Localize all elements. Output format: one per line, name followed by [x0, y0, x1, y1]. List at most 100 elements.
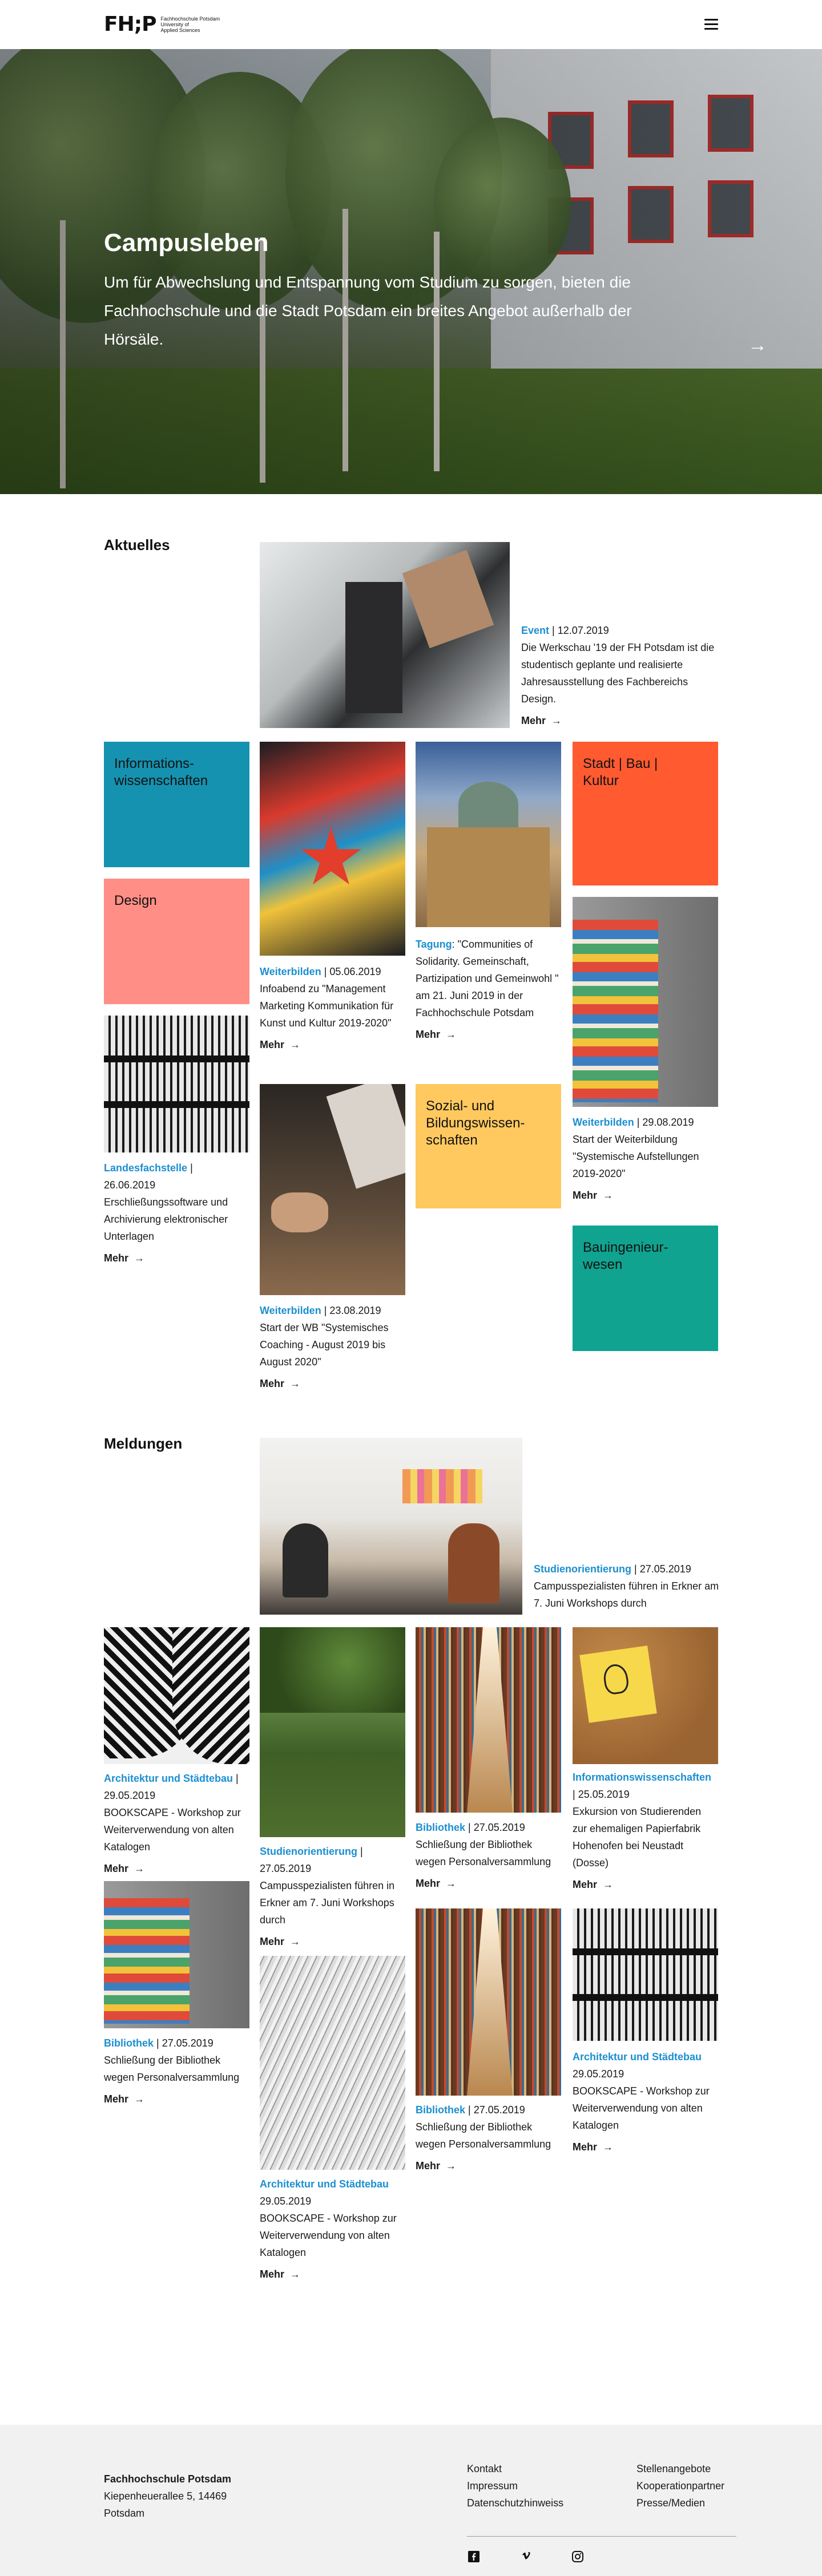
card-architektur-1: Architektur und Städtebau | 29.05.2019 B…	[104, 1770, 249, 1877]
footer-org-name: Fachhochschule Potsdam	[104, 2473, 232, 2485]
tile-sozial-bildungswissenschaften[interactable]: Sozial- und Bildungswissen-schaften	[416, 1084, 561, 1208]
footer-street: Kiepenheuerallee 5, 14469	[104, 2490, 227, 2502]
site-footer: Fachhochschule Potsdam Kiepenheuerallee …	[0, 2425, 822, 2576]
date: 27.05.2019	[473, 1822, 525, 1833]
more-link[interactable]: Mehr →	[521, 712, 715, 729]
more-link[interactable]: Mehr →	[416, 2157, 561, 2174]
date: 29.08.2019	[642, 1117, 694, 1128]
footer-link-stellenangebote[interactable]: Stellenangebote	[636, 2460, 724, 2477]
card-bibliothek-3: Bibliothek | 27.05.2019 Schließung der B…	[416, 2101, 561, 2174]
archive-image[interactable]	[573, 1908, 718, 2041]
site-header: FH;P Fachhochschule Potsdam University o…	[0, 0, 822, 49]
facebook-icon[interactable]	[467, 2550, 481, 2564]
footer-link-kooperationpartner[interactable]: Kooperationpartner	[636, 2477, 724, 2494]
date: 12.07.2019	[557, 625, 609, 636]
more-link[interactable]: Mehr →	[104, 2090, 249, 2108]
category-link[interactable]: Event	[521, 625, 549, 636]
books-stack-image[interactable]	[573, 897, 718, 1107]
menu-icon[interactable]	[704, 19, 718, 30]
palace-image[interactable]	[416, 742, 561, 927]
campus-lawn-image[interactable]	[260, 1627, 405, 1837]
architecture-lines-image[interactable]	[260, 1956, 405, 2170]
tile-informationswissenschaften[interactable]: Informations-wissenschaften	[104, 742, 249, 867]
architecture-image[interactable]	[104, 1627, 249, 1764]
more-link[interactable]: Mehr →	[573, 1876, 718, 1893]
category-link[interactable]: Bibliothek	[104, 2037, 154, 2049]
more-link[interactable]: Mehr →	[104, 1249, 249, 1267]
card-architektur-2: Architektur und Städtebau 29.05.2019 BOO…	[260, 2175, 405, 2283]
category-link[interactable]: Tagung	[416, 939, 452, 950]
date: 23.08.2019	[329, 1305, 381, 1316]
category-link[interactable]: Weiterbilden	[260, 966, 321, 977]
date: 29.05.2019	[260, 2195, 312, 2207]
more-link[interactable]: Mehr →	[573, 2138, 718, 2156]
art-image[interactable]	[260, 742, 405, 956]
section-title-meldungen: Meldungen	[104, 1435, 183, 1452]
date: 25.05.2019	[578, 1789, 630, 1800]
footer-divider	[467, 2536, 736, 2537]
date: 27.05.2019	[639, 1563, 691, 1575]
footer-link-datenschutz[interactable]: Datenschutzhinweiss	[467, 2494, 563, 2512]
featured-meldung-image[interactable]	[260, 1438, 522, 1615]
date: 29.05.2019	[104, 1790, 156, 1801]
featured-event-image[interactable]	[260, 542, 510, 728]
footer-address: Fachhochschule Potsdam Kiepenheuerallee …	[104, 2470, 231, 2522]
hero-banner: Campusleben Um für Abwechslung und Entsp…	[0, 49, 822, 494]
tile-stadt-bau-kultur[interactable]: Stadt | Bau | Kultur	[573, 742, 718, 885]
more-link[interactable]: Mehr →	[104, 1860, 249, 1877]
teaser-text: Campusspezialisten führen in Erkner am 7…	[260, 1880, 395, 1926]
date: 27.05.2019	[162, 2037, 213, 2049]
featured-event-text: Event | 12.07.2019 Die Werkschau '19 der…	[521, 622, 715, 729]
teaser-text: Infoabend zu "Management Marketing Kommu…	[260, 983, 394, 1029]
date: 26.06.2019	[104, 1179, 156, 1191]
logo-text: Fachhochschule Potsdam University of App…	[161, 16, 224, 33]
category-link[interactable]: Architektur und Städtebau	[573, 2051, 702, 2063]
more-link[interactable]: Mehr →	[416, 1026, 561, 1043]
category-link[interactable]: Informationswissenschaften	[573, 1772, 711, 1783]
instagram-icon[interactable]	[571, 2550, 585, 2564]
more-link[interactable]: Mehr →	[260, 1036, 405, 1053]
tile-bauingenieurwesen[interactable]: Bauingenieur-wesen	[573, 1226, 718, 1351]
library-image[interactable]	[416, 1627, 561, 1813]
footer-links-left: Kontakt Impressum Datenschutzhinweiss	[467, 2460, 563, 2512]
logo[interactable]: FH;P Fachhochschule Potsdam University o…	[104, 14, 224, 35]
footer-links-right: Stellenangebote Kooperationpartner Press…	[636, 2460, 724, 2512]
teaser-text: Start der WB "Systemisches Coaching - Au…	[260, 1322, 389, 1368]
teaser-text: Schließung der Bibliothek wegen Personal…	[104, 2055, 240, 2083]
footer-link-kontakt[interactable]: Kontakt	[467, 2460, 563, 2477]
category-link[interactable]: Landesfachstelle	[104, 1162, 187, 1174]
date: 27.05.2019	[473, 2104, 525, 2116]
teaser-text: BOOKSCAPE - Workshop zur Weiterverwendun…	[104, 1807, 241, 1853]
archive-image[interactable]	[104, 1016, 249, 1152]
card-studienorientierung: Studienorientierung | 27.05.2019 Campuss…	[260, 1843, 405, 1950]
meeting-image[interactable]	[260, 1084, 405, 1295]
more-link[interactable]: Mehr →	[260, 1933, 405, 1950]
library-image[interactable]	[416, 1908, 561, 2096]
category-link[interactable]: Bibliothek	[416, 2104, 465, 2116]
more-link[interactable]: Mehr →	[573, 1187, 718, 1204]
footer-link-presse[interactable]: Presse/Medien	[636, 2494, 724, 2512]
footer-link-impressum[interactable]: Impressum	[467, 2477, 563, 2494]
section-title-aktuelles: Aktuelles	[104, 536, 170, 553]
arrow-right-icon[interactable]: →	[748, 334, 771, 357]
date: 05.06.2019	[329, 966, 381, 977]
more-link[interactable]: Mehr →	[260, 1375, 405, 1392]
category-link[interactable]: Weiterbilden	[573, 1117, 634, 1128]
card-weiterbilden-aufstellungen: Weiterbilden | 29.08.2019 Start der Weit…	[573, 1114, 718, 1204]
category-link[interactable]: Weiterbilden	[260, 1305, 321, 1316]
books-stack-image[interactable]	[104, 1881, 249, 2028]
category-link[interactable]: Bibliothek	[416, 1822, 465, 1833]
category-link[interactable]: Studienorientierung	[260, 1846, 357, 1857]
more-link[interactable]: Mehr →	[260, 2266, 405, 2283]
category-link[interactable]: Architektur und Städtebau	[260, 2178, 389, 2190]
more-link[interactable]: Mehr →	[416, 1875, 561, 1892]
tile-design[interactable]: Design	[104, 879, 249, 1004]
card-landesfachstelle: Landesfachstelle | 26.06.2019 Erschließu…	[104, 1159, 249, 1267]
vimeo-icon[interactable]	[521, 2550, 534, 2564]
category-link[interactable]: Studienorientierung	[534, 1563, 631, 1575]
category-link[interactable]: Architektur und Städtebau	[104, 1773, 233, 1784]
date: 29.05.2019	[573, 2068, 624, 2080]
teaser-text: BOOKSCAPE - Workshop zur Weiterverwendun…	[260, 2213, 397, 2258]
card-architektur-3: Architektur und Städtebau 29.05.2019 BOO…	[573, 2048, 718, 2156]
corkboard-image[interactable]	[573, 1627, 718, 1764]
